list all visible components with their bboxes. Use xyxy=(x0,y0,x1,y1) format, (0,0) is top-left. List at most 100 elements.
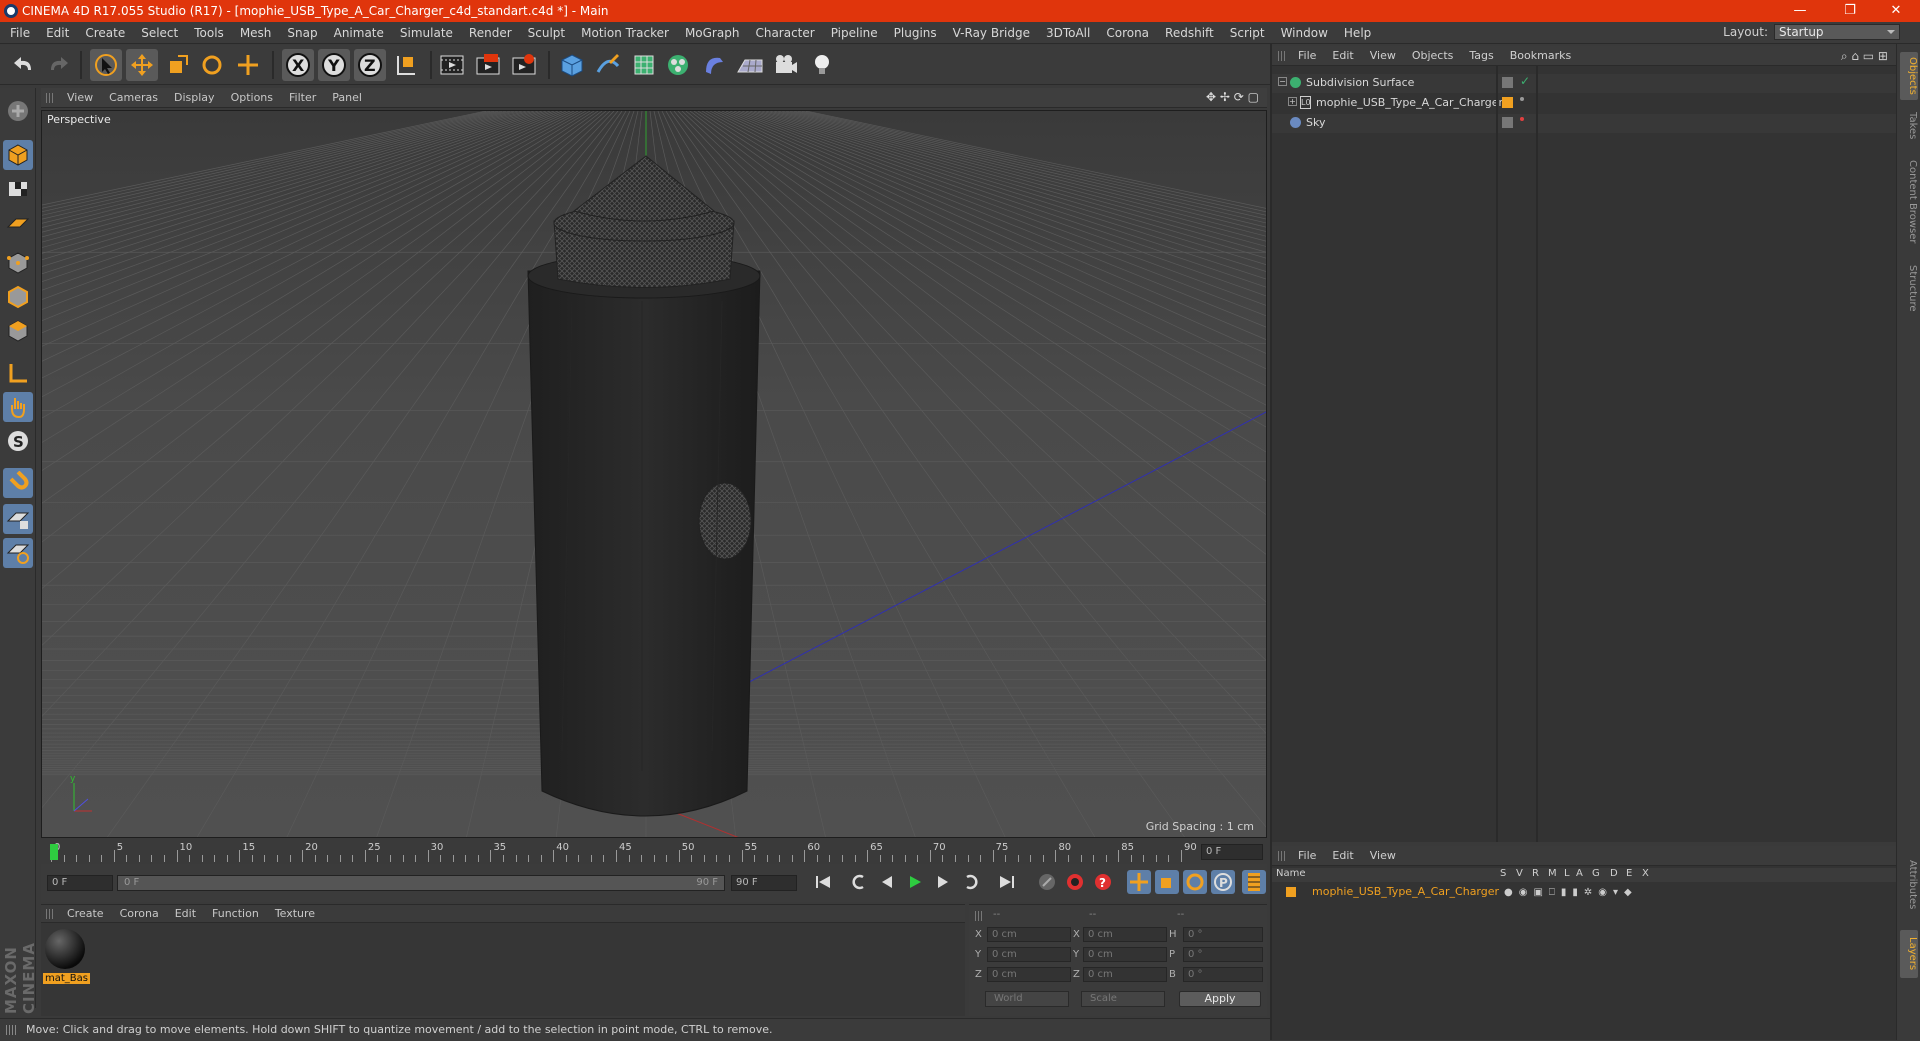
tab-objects[interactable]: Objects xyxy=(1900,52,1918,100)
minimize-button[interactable]: — xyxy=(1780,0,1820,22)
rotate-icon[interactable] xyxy=(196,49,228,81)
viewport-menu-filter[interactable]: Filter xyxy=(281,91,324,104)
material-swatch[interactable]: mat_Bas xyxy=(43,927,90,989)
collapse-icon[interactable]: − xyxy=(1278,77,1287,86)
menu-3dtoall[interactable]: 3DToAll xyxy=(1038,26,1098,40)
playhead[interactable] xyxy=(50,844,58,860)
menu-corona[interactable]: Corona xyxy=(1098,26,1157,40)
tweak-mode-icon[interactable] xyxy=(3,392,33,422)
material-menu-function[interactable]: Function xyxy=(204,907,267,920)
menu-simulate[interactable]: Simulate xyxy=(392,26,461,40)
menu-redshift[interactable]: Redshift xyxy=(1157,26,1222,40)
key-scale-icon[interactable] xyxy=(1155,870,1179,894)
transform-icon[interactable] xyxy=(232,49,264,81)
object-menu-bookmarks[interactable]: Bookmarks xyxy=(1502,49,1579,62)
apply-button[interactable]: Apply xyxy=(1179,991,1261,1007)
y-axis-icon[interactable]: Y xyxy=(318,49,350,81)
object-menu-view[interactable]: View xyxy=(1362,49,1404,62)
menu-pipeline[interactable]: Pipeline xyxy=(823,26,886,40)
z-axis-icon[interactable]: Z xyxy=(354,49,386,81)
snap-icon[interactable]: S xyxy=(3,426,33,456)
workplane-icon[interactable] xyxy=(3,208,33,238)
current-frame-field[interactable]: 0 F xyxy=(1201,844,1263,860)
menu-mesh[interactable]: Mesh xyxy=(232,26,280,40)
layout-dropdown[interactable]: Startup xyxy=(1774,24,1900,40)
timeline-ruler[interactable]: 051015202530354045505560657075808590 0 F xyxy=(41,842,1267,862)
menu-script[interactable]: Script xyxy=(1222,26,1273,40)
object-row-sky[interactable]: Sky xyxy=(1272,114,1896,133)
render-view-icon[interactable] xyxy=(436,49,468,81)
object-row-subdivision-surface[interactable]: − Subdivision Surface ✓ xyxy=(1272,74,1896,93)
menu-help[interactable]: Help xyxy=(1336,26,1379,40)
tab-attributes[interactable]: Attributes xyxy=(1900,850,1918,920)
size-z-field[interactable]: 0 cm xyxy=(1083,967,1167,982)
expand-icon[interactable]: + xyxy=(1288,97,1297,106)
workplane-align-icon[interactable] xyxy=(3,538,33,568)
menu-select[interactable]: Select xyxy=(133,26,186,40)
menu-character[interactable]: Character xyxy=(747,26,822,40)
editor-visibility-dot[interactable] xyxy=(1520,97,1524,101)
menu-sculpt[interactable]: Sculpt xyxy=(520,26,573,40)
layer-menu-file[interactable]: File xyxy=(1290,849,1324,862)
move-icon[interactable] xyxy=(126,49,158,81)
menu-animate[interactable]: Animate xyxy=(326,26,392,40)
object-menu-file[interactable]: File xyxy=(1290,49,1324,62)
menu-motion-tracker[interactable]: Motion Tracker xyxy=(573,26,677,40)
visibility-dots-icon[interactable] xyxy=(1502,77,1513,88)
live-selection-icon[interactable] xyxy=(90,49,122,81)
layer-toggle-icons[interactable]: ●◉▣⎕▮▮✲◉▾◆ xyxy=(1504,887,1638,898)
lock-workplane-icon[interactable] xyxy=(3,504,33,534)
end-frame-field[interactable]: 90 F xyxy=(731,875,797,891)
rot-h-field[interactable]: 0 ° xyxy=(1183,927,1263,942)
menu-edit[interactable]: Edit xyxy=(38,26,77,40)
viewport-navigation-icons[interactable]: ✥ ✢ ⟳ ▢ xyxy=(1206,90,1259,104)
material-menu-texture[interactable]: Texture xyxy=(267,907,323,920)
autokey-icon[interactable] xyxy=(1063,870,1087,894)
cube-icon[interactable] xyxy=(556,49,588,81)
menu-snap[interactable]: Snap xyxy=(279,26,325,40)
light-icon[interactable] xyxy=(806,49,838,81)
record-keys-icon[interactable] xyxy=(1035,870,1059,894)
model-mode-icon[interactable] xyxy=(3,140,33,170)
rot-p-field[interactable]: 0 ° xyxy=(1183,947,1263,962)
charger-model[interactable] xyxy=(527,155,761,817)
tab-content-browser[interactable]: Content Browser xyxy=(1900,152,1918,252)
viewport-perspective[interactable]: y Perspective Grid Spacing : 1 cm xyxy=(41,110,1267,838)
pos-x-field[interactable]: 0 cm xyxy=(987,927,1071,942)
next-frame-icon[interactable] xyxy=(931,870,955,894)
close-button[interactable]: ✕ xyxy=(1876,0,1916,22)
rot-b-field[interactable]: 0 ° xyxy=(1183,967,1263,982)
menu-vray-bridge[interactable]: V-Ray Bridge xyxy=(945,26,1038,40)
subdivision-surface-icon[interactable] xyxy=(628,49,660,81)
viewport-menu-view[interactable]: View xyxy=(59,91,101,104)
axis-mode-icon[interactable] xyxy=(3,358,33,388)
coordinate-system-icon[interactable] xyxy=(390,49,422,81)
size-y-field[interactable]: 0 cm xyxy=(1083,947,1167,962)
deformer-icon[interactable] xyxy=(698,49,730,81)
layer-menu-view[interactable]: View xyxy=(1362,849,1404,862)
viewport-menu-cameras[interactable]: Cameras xyxy=(101,91,166,104)
menu-file[interactable]: File xyxy=(0,26,38,40)
viewport-menu-display[interactable]: Display xyxy=(166,91,223,104)
redo-icon[interactable] xyxy=(42,49,74,81)
pen-spline-icon[interactable] xyxy=(592,49,624,81)
object-menu-tags[interactable]: Tags xyxy=(1461,49,1501,62)
edges-mode-icon[interactable] xyxy=(3,282,33,312)
material-menu-create[interactable]: Create xyxy=(59,907,112,920)
render-visibility-dot[interactable] xyxy=(1520,117,1524,121)
enabled-check-icon[interactable]: ✓ xyxy=(1520,74,1530,88)
texture-mode-icon[interactable] xyxy=(3,174,33,204)
size-x-field[interactable]: 0 cm xyxy=(1083,927,1167,942)
menu-tools[interactable]: Tools xyxy=(186,26,232,40)
menu-plugins[interactable]: Plugins xyxy=(886,26,945,40)
next-key-icon[interactable] xyxy=(959,870,983,894)
visibility-dots-icon[interactable] xyxy=(1502,117,1513,128)
points-mode-icon[interactable] xyxy=(3,248,33,278)
layer-row[interactable]: mophie_USB_Type_A_Car_Charger ●◉▣⎕▮▮✲◉▾◆ xyxy=(1272,883,1896,901)
pos-y-field[interactable]: 0 cm xyxy=(987,947,1071,962)
make-editable-icon[interactable] xyxy=(3,96,33,126)
restore-button[interactable]: ❐ xyxy=(1830,0,1870,22)
floor-icon[interactable] xyxy=(734,49,766,81)
menu-window[interactable]: Window xyxy=(1273,26,1336,40)
camera-icon[interactable] xyxy=(770,49,802,81)
